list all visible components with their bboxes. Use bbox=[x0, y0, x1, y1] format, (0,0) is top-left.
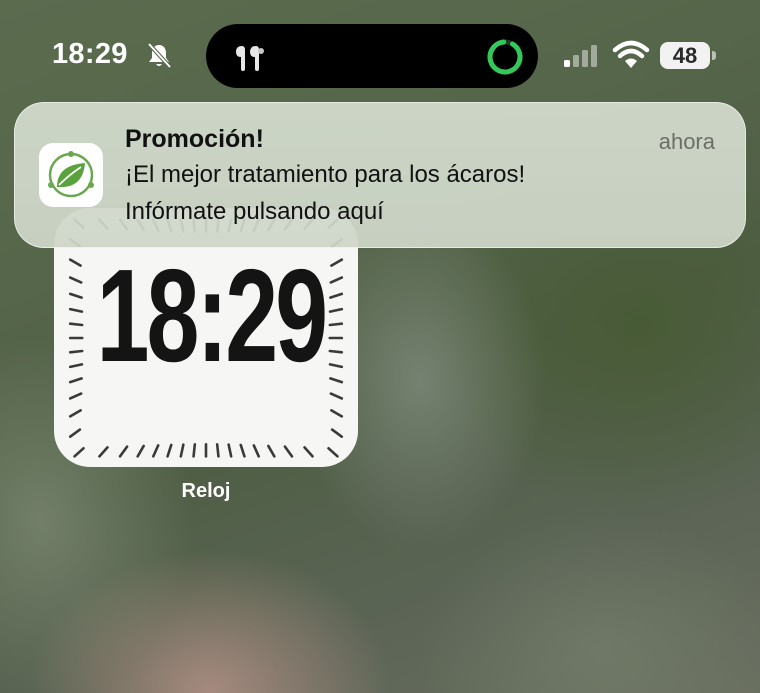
dial-tick bbox=[73, 447, 85, 458]
notification-title: Promoción! bbox=[125, 125, 264, 153]
dial-tick bbox=[327, 447, 339, 458]
dial-tick bbox=[166, 443, 173, 458]
airpods-icon bbox=[236, 46, 264, 71]
dial-tick bbox=[328, 322, 344, 327]
notification-time: ahora bbox=[658, 129, 715, 154]
dial-tick bbox=[239, 443, 246, 458]
dial-tick bbox=[68, 322, 84, 327]
dial-tick bbox=[330, 258, 344, 267]
dial-tick bbox=[68, 307, 84, 313]
dial-tick bbox=[328, 349, 344, 354]
dial-tick bbox=[68, 258, 82, 267]
dial-tick bbox=[68, 409, 82, 418]
notification-body-line2: Infórmate pulsando aquí bbox=[125, 198, 384, 225]
leaf-icon bbox=[48, 151, 94, 198]
dial-tick bbox=[330, 428, 344, 438]
status-time: 18:29 bbox=[52, 38, 128, 70]
dial-tick bbox=[68, 377, 83, 384]
dial-tick bbox=[68, 276, 83, 284]
battery-level: 48 bbox=[672, 42, 698, 68]
status-bar: 18:29 48 bbox=[0, 0, 760, 110]
dial-tick bbox=[152, 444, 160, 458]
dial-tick bbox=[283, 445, 294, 458]
dial-tick bbox=[118, 445, 129, 458]
dial-tick bbox=[68, 363, 84, 369]
bell-slash-icon bbox=[147, 42, 172, 69]
notification-app-icon bbox=[39, 143, 103, 207]
notification-body-line1: ¡El mejor tratamiento para los ácaros! bbox=[125, 161, 526, 188]
clock-widget-time: 18:29 bbox=[96, 242, 329, 389]
dial-tick bbox=[329, 377, 344, 384]
dial-tick bbox=[330, 409, 344, 418]
cellular-signal-icon bbox=[564, 45, 597, 67]
dial-tick bbox=[267, 444, 276, 458]
notification-banner[interactable]: Promoción! ahora ¡El mejor tratamiento p… bbox=[14, 102, 746, 248]
battery-icon: 48 bbox=[660, 42, 716, 69]
timer-ring-icon bbox=[487, 39, 523, 75]
dial-tick bbox=[215, 443, 220, 458]
dial-tick bbox=[328, 307, 344, 313]
dial-tick bbox=[68, 428, 82, 438]
dial-tick bbox=[68, 349, 84, 354]
dial-tick bbox=[68, 392, 83, 400]
wifi-icon bbox=[612, 40, 650, 68]
dial-tick bbox=[68, 292, 83, 299]
dial-tick bbox=[303, 446, 314, 458]
dial-tick bbox=[136, 444, 145, 458]
dial-tick bbox=[329, 392, 344, 400]
dial-tick bbox=[98, 446, 109, 458]
dial-tick bbox=[329, 292, 344, 299]
clock-widget-label: Reloj bbox=[181, 480, 231, 502]
dial-tick bbox=[227, 443, 233, 458]
dial-tick bbox=[252, 444, 260, 458]
dial-tick bbox=[192, 443, 197, 458]
dial-tick bbox=[179, 443, 185, 458]
dial-tick bbox=[328, 363, 344, 369]
dial-tick bbox=[329, 276, 344, 284]
